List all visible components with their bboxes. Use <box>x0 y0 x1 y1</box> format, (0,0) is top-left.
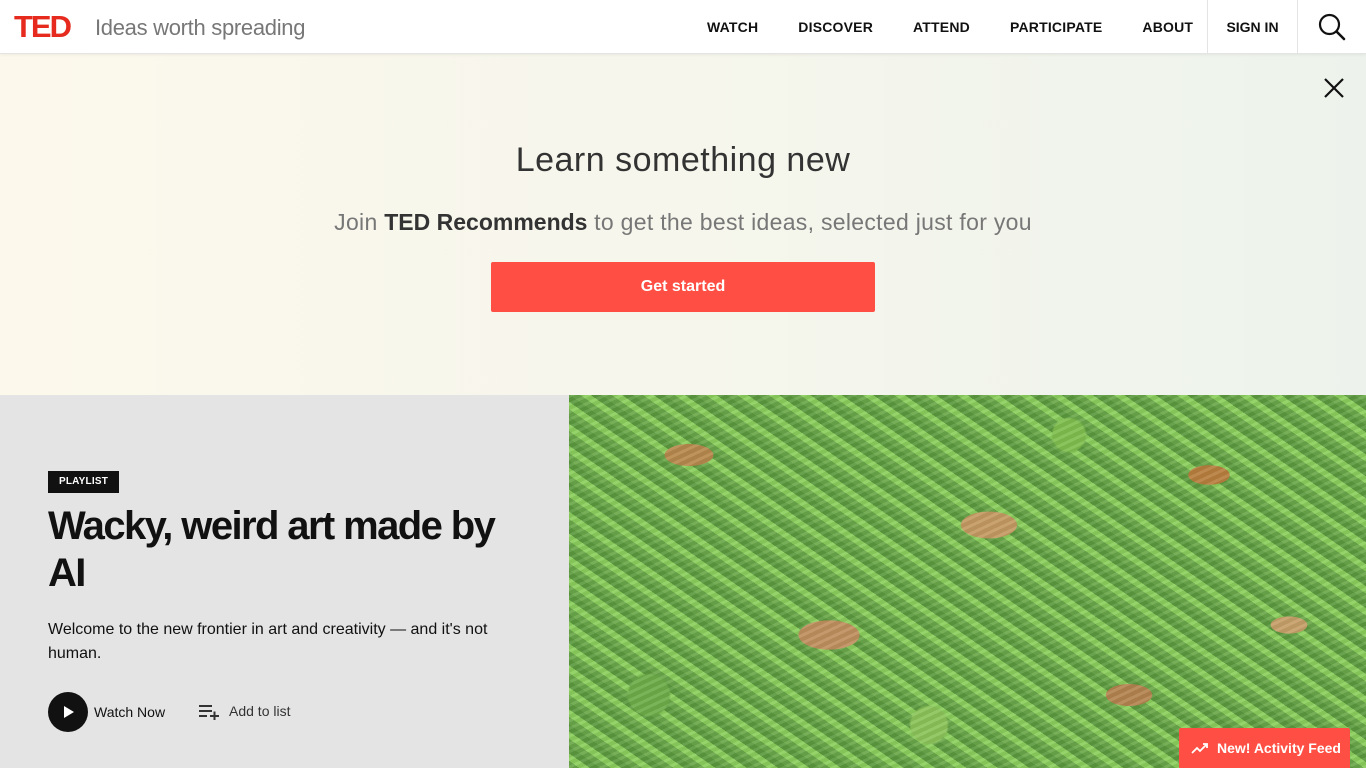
sign-in-link[interactable]: SIGN IN <box>1207 0 1298 54</box>
play-icon <box>48 692 88 732</box>
nav-item-participate[interactable]: PARTICIPATE <box>990 0 1122 54</box>
banner-subtitle: Join TED Recommends to get the best idea… <box>0 208 1366 236</box>
activity-feed-button[interactable]: New! Activity Feed <box>1179 728 1350 768</box>
recommendations-banner: Learn something new Join TED Recommends … <box>0 54 1366 395</box>
nav-item-about[interactable]: ABOUT <box>1122 0 1213 54</box>
ted-logo[interactable]: TED <box>14 10 72 44</box>
playlist-artwork-image[interactable] <box>569 395 1366 768</box>
subtitle-suffix: to get the best ideas, selected just for… <box>587 209 1032 235</box>
main-nav: WATCH DISCOVER ATTEND PARTICIPATE ABOUT <box>687 0 1213 54</box>
site-header: TED Ideas worth spreading WATCH DISCOVER… <box>0 0 1366 54</box>
search-button[interactable] <box>1298 0 1366 54</box>
nav-item-discover[interactable]: DISCOVER <box>778 0 893 54</box>
add-to-list-label: Add to list <box>229 703 291 719</box>
playlist-add-icon <box>199 705 219 720</box>
playlist-title[interactable]: Wacky, weird art made by AI <box>48 503 528 597</box>
banner-title: Learn something new <box>515 141 851 179</box>
ted-recommends-label: TED Recommends <box>384 209 588 235</box>
activity-feed-label: New! Activity Feed <box>1217 740 1341 756</box>
nav-item-watch[interactable]: WATCH <box>687 0 778 54</box>
playlist-badge: PLAYLIST <box>48 471 120 493</box>
subtitle-prefix: Join <box>334 209 385 235</box>
playlist-description: Welcome to the new frontier in art and c… <box>48 621 488 662</box>
watch-now-label: Watch Now <box>94 704 166 720</box>
get-started-button[interactable]: Get started <box>491 262 875 312</box>
watch-now-button[interactable]: Watch Now <box>48 692 165 732</box>
tagline: Ideas worth spreading <box>95 15 306 40</box>
artwork-texture <box>569 395 1366 768</box>
close-banner-button[interactable] <box>1320 74 1348 102</box>
nav-item-attend[interactable]: ATTEND <box>893 0 990 54</box>
playlist-hero: PLAYLIST Wacky, weird art made by AI Wel… <box>0 395 569 768</box>
search-icon <box>1318 13 1346 41</box>
add-to-list-button[interactable]: Add to list <box>198 702 290 720</box>
close-icon <box>1324 78 1344 98</box>
trending-icon <box>1191 743 1208 754</box>
